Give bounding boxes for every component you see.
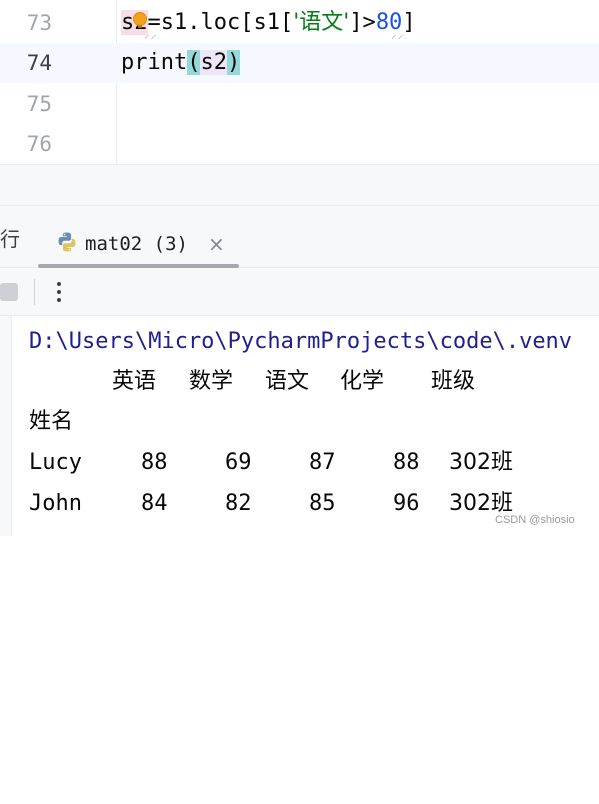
column-header: 班级 bbox=[431, 369, 476, 394]
panel-splitter[interactable] bbox=[0, 164, 599, 206]
table-cell: 84 bbox=[141, 491, 168, 516]
close-icon[interactable]: × bbox=[208, 231, 225, 257]
close-paren: ) bbox=[226, 50, 241, 75]
watermark: CSDN @shiosio bbox=[495, 514, 575, 526]
tab-run-partial[interactable]: 行 bbox=[0, 226, 20, 252]
line-number: 75 bbox=[26, 92, 52, 116]
lightbulb-icon[interactable] bbox=[133, 12, 147, 28]
row-label: John bbox=[29, 491, 82, 516]
python-icon bbox=[58, 232, 76, 252]
code-line-73[interactable]: 73 s2=s1.loc[s1['语文']>80] bbox=[0, 3, 599, 43]
open-paren: ( bbox=[187, 50, 201, 75]
column-header: 化学 bbox=[340, 369, 385, 394]
table-cell: 85 bbox=[309, 491, 336, 516]
dataframe-row: Lucy 88 69 87 88 302班 bbox=[29, 443, 589, 483]
code-line-76[interactable]: 76 bbox=[0, 124, 599, 164]
console-output[interactable]: D:\Users\Micro\PycharmProjects\code\.ven… bbox=[0, 316, 599, 536]
code-text[interactable]: s2=s1.loc[s1['语文']>80] bbox=[121, 3, 416, 43]
table-cell: 88 bbox=[393, 450, 420, 475]
console-gutter bbox=[0, 316, 12, 536]
argument-s2: s2 bbox=[200, 50, 227, 75]
code-line-75[interactable]: 75 bbox=[0, 84, 599, 124]
table-cell: 87 bbox=[309, 450, 336, 475]
code-text[interactable]: print(s2) bbox=[121, 43, 241, 83]
column-header: 英语 bbox=[112, 369, 157, 394]
code-compare: ]> bbox=[349, 10, 376, 35]
index-name: 姓名 bbox=[29, 409, 74, 434]
column-header: 语文 bbox=[265, 369, 310, 394]
row-label: Lucy bbox=[29, 450, 82, 475]
tab-mat02[interactable]: mat02 (3) × bbox=[38, 214, 239, 268]
code-line-74[interactable]: 74 print(s2) bbox=[0, 43, 599, 83]
line-number: 74 bbox=[26, 51, 52, 75]
run-toolbar bbox=[0, 268, 599, 316]
table-cell: 69 bbox=[225, 450, 252, 475]
dataframe-header-row: 英语 数学 语文 化学 班级 bbox=[29, 362, 589, 402]
string-literal: '语文' bbox=[293, 10, 350, 35]
function-print: print bbox=[121, 50, 188, 75]
column-header: 数学 bbox=[189, 369, 234, 394]
table-cell: 88 bbox=[141, 450, 168, 475]
warning-underline bbox=[145, 35, 159, 39]
line-number: 73 bbox=[26, 11, 52, 35]
run-tab-bar: 行 mat02 (3) × bbox=[0, 206, 599, 268]
line-number: 76 bbox=[26, 132, 52, 156]
toolbar-divider bbox=[34, 279, 35, 305]
tab-label: mat02 (3) bbox=[85, 233, 188, 255]
table-cell: 302班 bbox=[449, 450, 513, 475]
table-cell: 96 bbox=[393, 491, 420, 516]
interpreter-path: D:\Users\Micro\PycharmProjects\code\.ven… bbox=[29, 329, 573, 354]
code-end: ] bbox=[402, 10, 416, 35]
warning-underline bbox=[392, 35, 406, 39]
code-assign: =s1.loc[s1[ bbox=[147, 10, 294, 35]
stop-icon[interactable] bbox=[0, 283, 18, 301]
more-options-icon[interactable] bbox=[49, 277, 69, 307]
code-editor[interactable]: 73 s2=s1.loc[s1['语文']>80] 74 print(s2) 7… bbox=[0, 0, 599, 164]
table-cell: 82 bbox=[225, 491, 252, 516]
number-literal: 80 bbox=[375, 10, 403, 35]
